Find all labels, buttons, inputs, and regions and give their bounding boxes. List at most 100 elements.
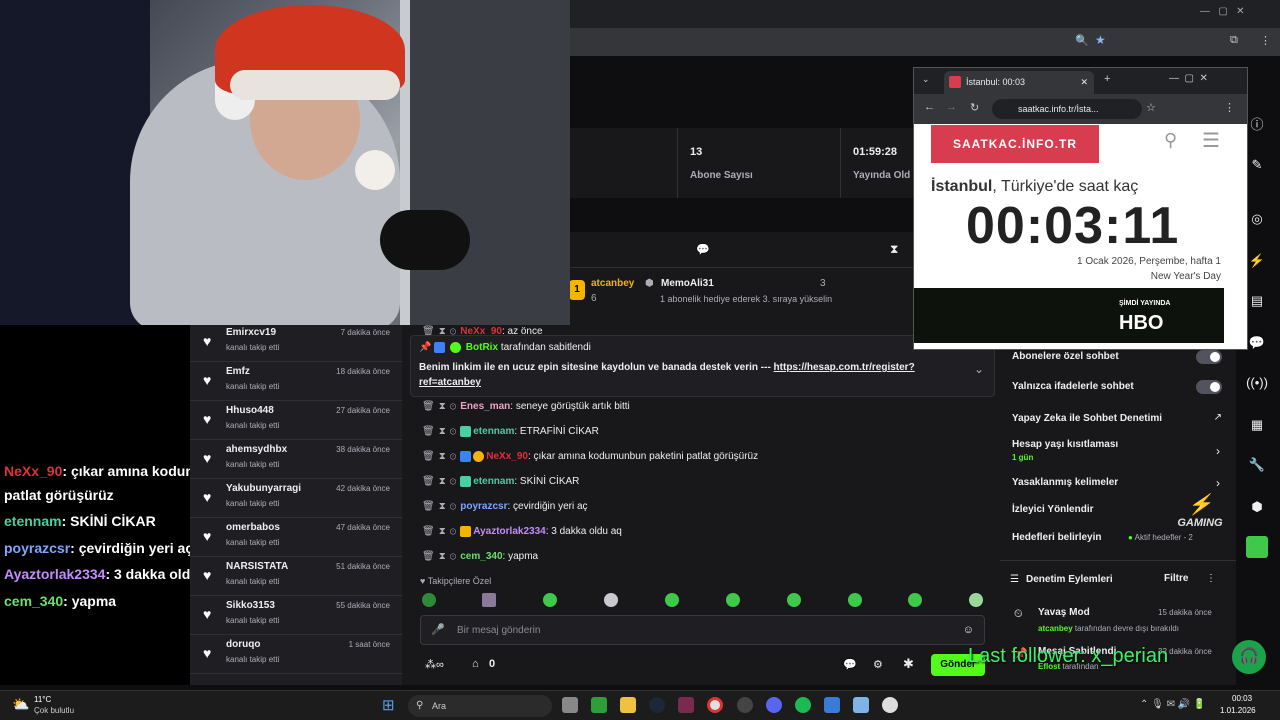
new-tab-icon[interactable]: + bbox=[1104, 73, 1110, 85]
file-explorer-icon[interactable] bbox=[620, 697, 636, 713]
site-logo[interactable]: SAATKAC.İNFO.TR bbox=[931, 125, 1099, 163]
subscriber-chat-toggle[interactable] bbox=[1196, 350, 1222, 364]
minecraft-icon[interactable] bbox=[591, 697, 607, 713]
points-icon[interactable]: ⁂∞ bbox=[425, 658, 444, 671]
chevron-right-icon[interactable]: › bbox=[1216, 476, 1220, 490]
tab-close-icon[interactable]: ✕ bbox=[1080, 71, 1088, 94]
cube-icon[interactable]: ⬢ bbox=[1246, 496, 1268, 518]
start-icon[interactable]: ⊞ bbox=[382, 696, 395, 714]
chat-input[interactable]: 🎤 Bir mesaj gönderin ☺ bbox=[420, 615, 985, 645]
mod-action-icons[interactable]: 🗑⧗⊙ bbox=[422, 501, 460, 512]
mod-action-icons[interactable]: 🗑⧗⊙ bbox=[422, 551, 460, 562]
emote-icon[interactable] bbox=[543, 593, 557, 607]
ai-moderation-label[interactable]: Yapay Zeka ile Sohbet Denetimi bbox=[1012, 413, 1162, 424]
weather-icon[interactable]: ⛅ bbox=[12, 696, 29, 713]
action-user[interactable]: atcanbey bbox=[1038, 624, 1073, 633]
app-icon[interactable] bbox=[1246, 536, 1268, 558]
info-icon[interactable]: ⓘ bbox=[1246, 114, 1268, 136]
steam-icon[interactable] bbox=[649, 697, 665, 713]
broadcast-icon[interactable]: ((•)) bbox=[1246, 372, 1268, 394]
hourglass-icon[interactable]: ⧗ bbox=[890, 242, 898, 257]
app-icon[interactable] bbox=[737, 697, 753, 713]
emote-icon[interactable] bbox=[908, 593, 922, 607]
extensions-icon[interactable]: ⧉ bbox=[1230, 34, 1238, 47]
gear-icon[interactable]: ⚙ bbox=[873, 658, 883, 671]
url-field[interactable]: saatkac.info.tr/İsta... bbox=[992, 99, 1142, 119]
chevron-down-icon[interactable]: ⌄ bbox=[974, 362, 984, 376]
taskbar-search[interactable]: ⚲ Ara bbox=[408, 695, 552, 717]
emote-icon[interactable] bbox=[665, 593, 679, 607]
emote-icon[interactable] bbox=[787, 593, 801, 607]
set-goals-label[interactable]: Hedefleri belirleyin bbox=[1012, 532, 1101, 543]
chat-icon[interactable]: 💬 bbox=[1246, 332, 1268, 354]
zoom-icon[interactable]: 🔍 bbox=[1075, 34, 1089, 47]
mod-action-icons[interactable]: 🗑⧗⊙ bbox=[422, 451, 460, 462]
search-icon[interactable]: ⚲ bbox=[1164, 130, 1177, 151]
clock-date[interactable]: 1.01.2026 bbox=[1220, 706, 1256, 715]
mic-icon[interactable]: 🎤 bbox=[431, 623, 445, 636]
emote-icon[interactable] bbox=[726, 593, 740, 607]
leader-1-name[interactable]: atcanbey bbox=[591, 278, 634, 289]
follower-item[interactable]: ♥ NARSISTATA kanalı takip etti 51 dakika ön… bbox=[190, 557, 402, 596]
window-controls[interactable]: — ▢ ✕ bbox=[1169, 73, 1208, 84]
back-icon[interactable]: ← bbox=[924, 101, 935, 113]
document-icon[interactable]: ▤ bbox=[1246, 290, 1268, 312]
lightning-icon[interactable]: ⚡ bbox=[1246, 250, 1268, 272]
chat-settings-icon[interactable]: 💬 bbox=[843, 658, 857, 671]
mod-action-icons[interactable]: 🗑⧗⊙ bbox=[422, 476, 460, 487]
leader-2-name[interactable]: MemoAli31 bbox=[661, 278, 714, 289]
pencil-icon[interactable]: ✎ bbox=[1246, 154, 1268, 176]
emote-icon[interactable] bbox=[482, 593, 496, 607]
follower-item[interactable]: ♥ Sikko3153 kanalı takip etti 55 dakika önc… bbox=[190, 596, 402, 635]
help-button[interactable]: 🎧 bbox=[1232, 640, 1266, 674]
follower-item[interactable]: ♥ omerbabos kanalı takip etti 47 dakika önc… bbox=[190, 518, 402, 557]
hamburger-menu-icon[interactable]: ☰ bbox=[1202, 128, 1220, 153]
chat-username[interactable]: poyrazcsr bbox=[460, 501, 507, 512]
viewer-redirect-label[interactable]: İzleyici Yönlendir bbox=[1012, 504, 1094, 515]
follower-item[interactable]: ♥ Emirxcv19 kanalı takip etti 7 dakika önce bbox=[190, 325, 402, 362]
mod-action-icons[interactable]: 🗑⧗⊙ bbox=[422, 401, 460, 412]
mod-action-icons[interactable]: 🗑⧗⊙ bbox=[422, 526, 460, 537]
external-link-icon[interactable]: ↗ bbox=[1214, 412, 1222, 423]
chat-username[interactable]: NeXx_90 bbox=[486, 451, 528, 462]
notepad-icon[interactable] bbox=[853, 697, 869, 713]
tab-search-icon[interactable]: ⌄ bbox=[922, 74, 930, 85]
spotify-icon[interactable] bbox=[795, 697, 811, 713]
menu-icon[interactable]: ⋮ bbox=[1260, 34, 1271, 47]
follower-item[interactable]: ♥ Hhuso448 kanalı takip etti 27 dakika önce bbox=[190, 401, 402, 440]
pinned-author[interactable]: BotRix bbox=[466, 342, 498, 353]
chat-bubble-icon[interactable]: 💬 bbox=[696, 243, 710, 256]
puzzle-icon[interactable]: ✱ bbox=[903, 656, 914, 672]
window-controls[interactable]: — ▢ ✕ bbox=[1200, 6, 1245, 17]
chat-username[interactable]: etennam bbox=[473, 476, 514, 487]
bookmark-star-icon[interactable]: ☆ bbox=[1146, 101, 1156, 114]
more-options-icon[interactable]: ⋮ bbox=[1206, 573, 1216, 584]
reload-icon[interactable]: ↻ bbox=[970, 101, 979, 114]
chrome-icon[interactable] bbox=[707, 697, 723, 713]
cash-register-icon[interactable]: ▦ bbox=[1246, 414, 1268, 436]
ad-banner[interactable]: ŞİMDİ YAYINDA HBO bbox=[914, 288, 1224, 343]
emote-icon[interactable] bbox=[969, 593, 983, 607]
chat-username[interactable]: Ayaztorlak2334 bbox=[473, 526, 545, 537]
menu-icon[interactable]: ⋮ bbox=[1224, 101, 1235, 114]
emote-icon[interactable] bbox=[422, 593, 436, 607]
chat-username[interactable]: cem_340 bbox=[460, 551, 502, 562]
emote-icon[interactable] bbox=[604, 593, 618, 607]
app-icon[interactable] bbox=[882, 697, 898, 713]
follower-item[interactable]: ♥ Yakubunyarragi kanalı takip etti 42 dakik… bbox=[190, 479, 402, 518]
forward-icon[interactable]: → bbox=[946, 101, 957, 113]
follower-item[interactable]: ♥ doruqo kanalı takip etti 1 saat önce bbox=[190, 635, 402, 674]
chat-username[interactable]: etennam bbox=[473, 426, 514, 437]
bookmark-star-icon[interactable]: ★ bbox=[1095, 33, 1106, 47]
emote-icon[interactable] bbox=[848, 593, 862, 607]
wrench-icon[interactable]: 🔧 bbox=[1246, 454, 1268, 476]
clock-time[interactable]: 00:03 bbox=[1232, 694, 1252, 703]
target-icon[interactable]: ◎ bbox=[1246, 208, 1268, 230]
age-restriction-label[interactable]: Hesap yaşı kısıtlaması bbox=[1012, 439, 1118, 450]
emote-chat-toggle[interactable] bbox=[1196, 380, 1222, 394]
store-icon[interactable]: ⌂ bbox=[472, 658, 479, 670]
chat-username[interactable]: Enes_man bbox=[460, 401, 510, 412]
system-tray-icons[interactable]: ⌃ 🎙 ✉ 🔊 🔋 bbox=[1140, 699, 1205, 710]
follower-item[interactable]: ♥ Emfz kanalı takip etti 18 dakika önce bbox=[190, 362, 402, 401]
task-view-icon[interactable] bbox=[562, 697, 578, 713]
